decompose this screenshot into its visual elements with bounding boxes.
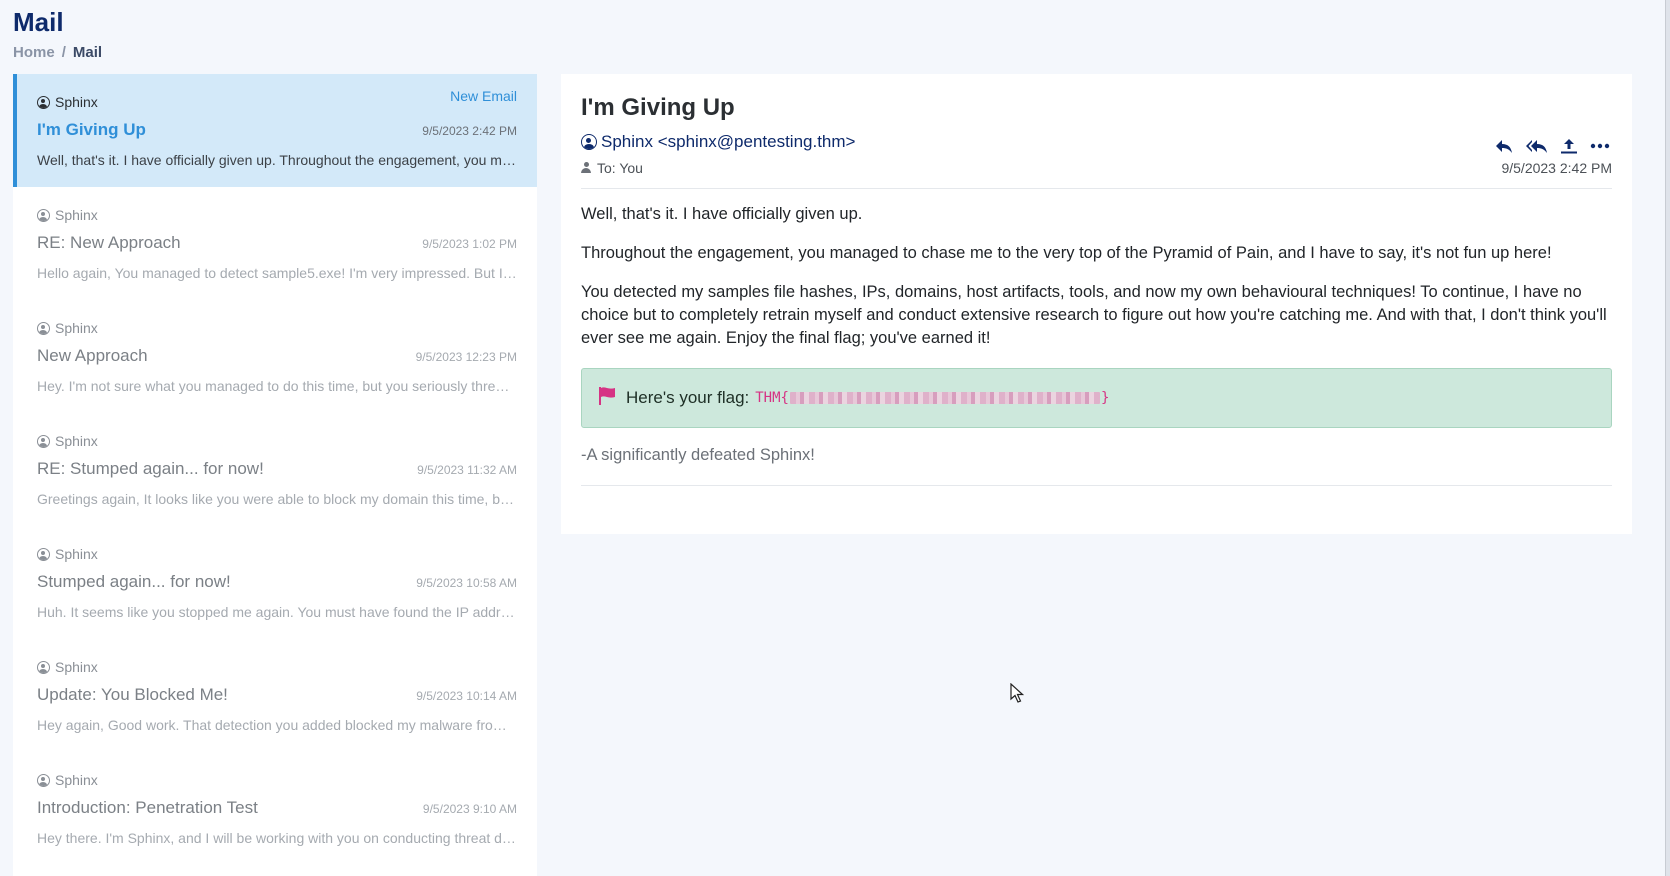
user-circle-icon: [37, 208, 50, 222]
email-paragraph: You detected my samples file hashes, IPs…: [581, 283, 1607, 347]
mail-page: Mail Home / Mail Sphinx New Email I'm Givi…: [0, 0, 1670, 876]
mail-subject: Update: You Blocked Me!: [37, 685, 228, 704]
mail-date: 9/5/2023 10:58 AM: [416, 576, 517, 590]
mail-date: 9/5/2023 10:14 AM: [416, 689, 517, 703]
mail-sender-name: Sphinx: [55, 94, 98, 110]
mail-subject: RE: Stumped again... for now!: [37, 459, 264, 478]
email-date: 9/5/2023 2:42 PM: [1501, 160, 1612, 176]
mail-sender: Sphinx: [37, 205, 517, 225]
mail-list-item[interactable]: Sphinx RE: New Approach 9/5/2023 1:02 PM…: [13, 187, 537, 300]
mail-snippet: Hey again, Good work. That detection you…: [37, 717, 517, 733]
new-email-button[interactable]: New Email: [450, 88, 517, 104]
mail-date: 9/5/2023 2:42 PM: [422, 124, 517, 138]
flag-label: Here's your flag:: [626, 388, 750, 407]
mail-list-item[interactable]: Sphinx Introduction: Penetration Test 9/…: [13, 752, 537, 865]
mail-subject: RE: New Approach: [37, 233, 181, 252]
mail-subject: Stumped again... for now!: [37, 572, 231, 591]
mail-list-item[interactable]: Sphinx RE: Stumped again... for now! 9/5…: [13, 413, 537, 526]
flag-alert: Here's your flag: THM{}: [581, 368, 1612, 428]
mail-sender: Sphinx: [37, 431, 517, 451]
window-scrollbar[interactable]: [1665, 0, 1670, 876]
email-from-address: Sphinx <sphinx@pentesting.thm>: [601, 132, 856, 151]
email-subject: I'm Giving Up: [581, 94, 735, 121]
mail-sender: Sphinx: [37, 318, 517, 338]
email-to: To: You: [581, 160, 643, 176]
mail-snippet: Greetings again, It looks like you were …: [37, 491, 517, 507]
reply-all-icon[interactable]: [1526, 138, 1548, 154]
mail-sender-name: Sphinx: [55, 433, 98, 449]
user-circle-icon: [581, 134, 597, 150]
mail-subject: Introduction: Penetration Test: [37, 798, 258, 817]
flag-icon: [598, 386, 616, 411]
mouse-cursor-icon: [1010, 682, 1025, 708]
mail-snippet: Huh. It seems like you stopped me again.…: [37, 604, 517, 620]
breadcrumb-home[interactable]: Home: [13, 44, 55, 61]
mail-sender: Sphinx: [37, 657, 517, 677]
email-body: Well, that's it. I have officially given…: [581, 203, 1612, 350]
user-circle-icon: [37, 547, 50, 561]
mail-sender-name: Sphinx: [55, 320, 98, 336]
breadcrumb: Home / Mail: [13, 44, 102, 61]
mail-sender: Sphinx: [37, 92, 517, 112]
flag-value: THM{}: [755, 390, 1109, 406]
mail-subject: I'm Giving Up: [37, 120, 146, 139]
mail-list-item[interactable]: Sphinx New Approach 9/5/2023 12:23 PM He…: [13, 300, 537, 413]
mail-snippet: Hey there. I'm Sphinx, and I will be wor…: [37, 830, 517, 846]
mail-subject: New Approach: [37, 346, 148, 365]
email-paragraph: Throughout the engagement, you managed t…: [581, 244, 1552, 262]
user-circle-icon: [37, 773, 50, 787]
user-circle-icon: [37, 95, 50, 109]
upload-icon[interactable]: [1560, 138, 1578, 154]
user-circle-icon: [37, 321, 50, 335]
mail-date: 9/5/2023 12:23 PM: [415, 350, 517, 364]
more-icon[interactable]: [1590, 138, 1610, 154]
reply-icon[interactable]: [1494, 138, 1514, 154]
mail-list: Sphinx New Email I'm Giving Up 9/5/2023 …: [13, 74, 537, 876]
mail-sender-name: Sphinx: [55, 207, 98, 223]
mail-list-item[interactable]: Sphinx New Email I'm Giving Up 9/5/2023 …: [13, 74, 537, 187]
mail-snippet: Hey. I'm not sure what you managed to do…: [37, 378, 517, 394]
mail-sender-name: Sphinx: [55, 659, 98, 675]
reading-pane: I'm Giving Up Sphinx <sphinx@pentesting.…: [561, 74, 1632, 534]
mail-date: 9/5/2023 11:32 AM: [417, 463, 517, 477]
mail-snippet: Hello again, You managed to detect sampl…: [37, 265, 517, 281]
person-icon: [581, 162, 591, 174]
flag-prefix: THM{: [755, 390, 789, 406]
mail-sender-name: Sphinx: [55, 772, 98, 788]
mail-list-item[interactable]: Sphinx Stumped again... for now! 9/5/202…: [13, 526, 537, 639]
mail-list-item[interactable]: Sphinx Update: You Blocked Me! 9/5/2023 …: [13, 639, 537, 752]
mail-sender-name: Sphinx: [55, 546, 98, 562]
email-from: Sphinx <sphinx@pentesting.thm>: [581, 132, 855, 152]
flag-redacted: [789, 392, 1100, 404]
email-to-label: To: You: [597, 160, 643, 176]
breadcrumb-current: Mail: [72, 44, 103, 61]
breadcrumb-separator: /: [61, 44, 66, 61]
mail-sender: Sphinx: [37, 544, 517, 564]
email-signature: -A significantly defeated Sphinx!: [581, 446, 1612, 486]
page-title: Mail: [13, 7, 64, 37]
email-actions: [1494, 138, 1610, 154]
mail-date: 9/5/2023 9:10 AM: [422, 802, 517, 816]
mail-snippet: Well, that's it. I have officially given…: [37, 152, 517, 168]
flag-suffix: }: [1100, 390, 1110, 406]
user-circle-icon: [37, 434, 50, 448]
mail-sender: Sphinx: [37, 770, 517, 790]
page-header: Mail Home / Mail: [13, 6, 102, 61]
email-paragraph: Well, that's it. I have officially given…: [581, 205, 863, 223]
mail-date: 9/5/2023 1:02 PM: [422, 237, 517, 251]
user-circle-icon: [37, 660, 50, 674]
